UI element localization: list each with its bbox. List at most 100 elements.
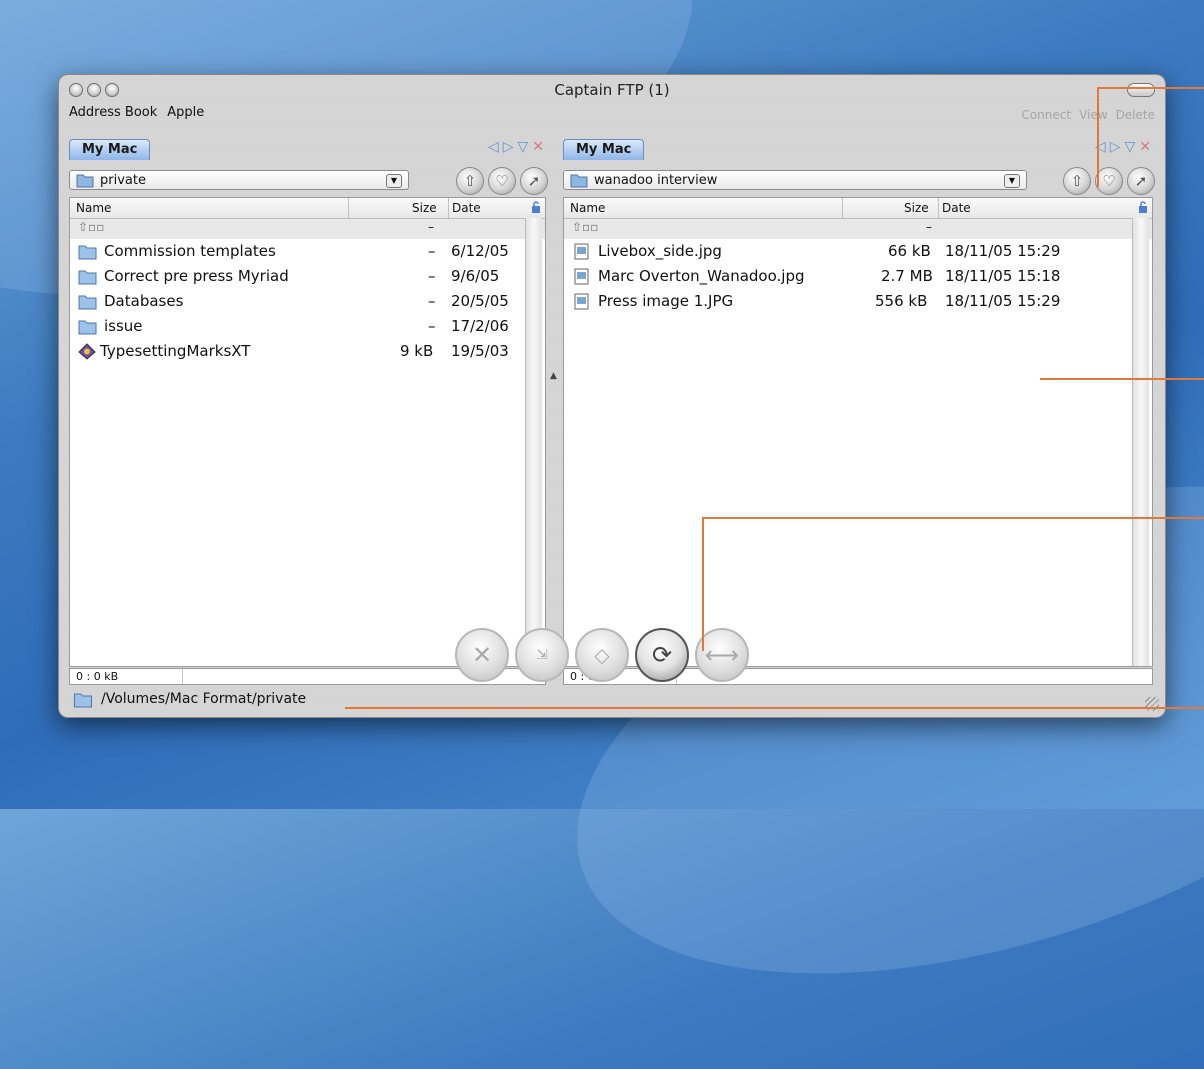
file-date: 6/12/05 [451,242,509,260]
view-button[interactable]: View [1079,108,1107,122]
left-nav-icons: ◁ ▷ ▽ ✕ [488,139,544,155]
column-size[interactable]: Size [412,201,437,215]
file-name: Commission templates [104,242,276,260]
list-item[interactable]: Press image 1.JPG 556 kB 18/11/05 15:29 [564,289,1152,314]
toolbar: Address Book Apple Connect View Delete [59,97,1165,122]
vertical-scrollbar[interactable] [525,218,542,666]
sync-direction-icon[interactable]: ◇ [575,628,629,682]
left-pane: My Mac ◁ ▷ ▽ ✕ private ▼ ⇧ ♡ ➚ Name Size… [67,131,548,685]
forward-arrow-icon[interactable]: ▷ [503,139,514,155]
column-date[interactable]: Date [942,201,971,215]
file-size: – [428,317,436,335]
file-name: Marc Overton_Wanadoo.jpg [598,267,805,285]
splitter-arrow-icon: ▲ [550,371,557,381]
plugin-icon [78,343,96,360]
file-name: Livebox_side.jpg [598,242,722,260]
forward-arrow-icon[interactable]: ▷ [1110,139,1121,155]
folder-icon [74,693,92,708]
connect-button[interactable]: Connect [1021,108,1071,122]
toolbar-apple[interactable]: Apple [167,105,204,120]
favorite-heart-icon[interactable]: ♡ [1095,167,1123,195]
chevron-down-icon[interactable]: ▼ [1004,174,1020,188]
stop-icon[interactable]: ✕ [455,628,509,682]
dropdown-arrow-icon[interactable]: ▽ [1124,139,1135,155]
folder-icon [78,270,97,285]
chevron-down-icon[interactable]: ▼ [386,174,402,188]
column-size[interactable]: Size [904,201,929,215]
file-name: issue [104,317,143,335]
file-size: – [428,242,436,260]
left-path-popup[interactable]: private ▼ [69,170,409,190]
file-size: 2.7 MB [881,267,933,285]
captain-ftp-window: Captain FTP (1) Address Book Apple Conne… [58,74,1166,718]
image-file-icon [574,268,589,285]
right-file-list[interactable]: Name Size Date ⇧▫▫ – Livebox_side.jpg 66… [563,197,1153,667]
right-path-label: wanadoo interview [594,173,718,188]
file-size: 9 kB [400,342,434,360]
lock-icon [532,201,540,213]
close-tab-icon[interactable]: ✕ [532,139,544,155]
left-action-icons: ⇧ ♡ ➚ [456,167,548,195]
go-arrow-icon[interactable]: ➚ [520,167,548,195]
transfer-direction-icon[interactable]: ⇲ [515,628,569,682]
column-name[interactable]: Name [76,201,111,215]
list-item[interactable]: Marc Overton_Wanadoo.jpg 2.7 MB 18/11/05… [564,264,1152,289]
callout-line [703,517,1204,519]
toolbar-address-book[interactable]: Address Book [69,105,157,120]
list-item[interactable]: issue – 17/2/06 [70,314,545,339]
parent-directory-icon: ⇧▫▫ [78,220,105,234]
delete-button[interactable]: Delete [1116,108,1155,122]
list-item[interactable]: Commission templates – 6/12/05 [70,239,545,264]
file-size: 556 kB [875,292,928,310]
parent-folder-icon[interactable]: ⇧ [1063,167,1091,195]
dropdown-arrow-icon[interactable]: ▽ [517,139,528,155]
right-nav-icons: ◁ ▷ ▽ ✕ [1095,139,1151,155]
left-path-label: private [100,173,146,188]
right-column-header: Name Size Date [564,198,1152,219]
file-date: 20/5/05 [451,292,509,310]
file-date: 19/5/03 [451,342,509,360]
file-name: Correct pre press Myriad [104,267,289,285]
parent-directory-icon: ⇧▫▫ [572,220,599,234]
file-name: TypesettingMarksXT [100,342,251,360]
file-date: 9/6/05 [451,267,500,285]
refresh-icon[interactable]: ⟳ [635,628,689,682]
left-status-text: 0 : 0 kB [76,670,119,683]
left-file-list[interactable]: Name Size Date ⇧▫▫ – Commission template… [69,197,546,667]
parent-folder-icon[interactable]: ⇧ [456,167,484,195]
column-name[interactable]: Name [570,201,605,215]
back-arrow-icon[interactable]: ◁ [488,139,499,155]
folder-icon [78,295,97,310]
column-date[interactable]: Date [452,201,481,215]
image-file-icon [574,243,589,260]
tab-my-mac-left[interactable]: My Mac [69,139,151,160]
vertical-scrollbar[interactable] [1132,218,1149,666]
right-action-icons: ⇧ ♡ ➚ [1063,167,1155,195]
list-item[interactable]: Databases – 20/5/05 [70,289,545,314]
parent-size: – [926,220,932,234]
file-size: – [428,292,436,310]
file-date: 18/11/05 15:29 [945,242,1061,260]
parent-size: – [428,220,434,234]
go-arrow-icon[interactable]: ➚ [1127,167,1155,195]
bottom-path-text: /Volumes/Mac Format/private [101,691,307,707]
bottom-path-bar: /Volumes/Mac Format/private [67,689,1117,709]
file-size: – [428,267,436,285]
callout-line [1098,87,1204,89]
toolbar-toggle-button[interactable] [1127,83,1155,97]
folder-icon [570,174,588,188]
list-item[interactable]: TypesettingMarksXT 9 kB 19/5/03 [70,339,545,364]
tab-my-mac-right[interactable]: My Mac [563,139,645,160]
close-tab-icon[interactable]: ✕ [1139,139,1151,155]
transfer-controls: ✕ ⇲ ◇ ⟳ ⟷ [455,628,749,682]
list-item[interactable]: Correct pre press Myriad – 9/6/05 [70,264,545,289]
favorite-heart-icon[interactable]: ♡ [488,167,516,195]
parent-directory-row[interactable]: ⇧▫▫ – [564,219,1152,239]
callout-line [1040,378,1204,380]
file-name: Press image 1.JPG [598,292,734,310]
file-name: Databases [104,292,184,310]
right-path-popup[interactable]: wanadoo interview ▼ [563,170,1027,190]
file-date: 18/11/05 15:18 [945,267,1061,285]
parent-directory-row[interactable]: ⇧▫▫ – [70,219,545,239]
list-item[interactable]: Livebox_side.jpg 66 kB 18/11/05 15:29 [564,239,1152,264]
